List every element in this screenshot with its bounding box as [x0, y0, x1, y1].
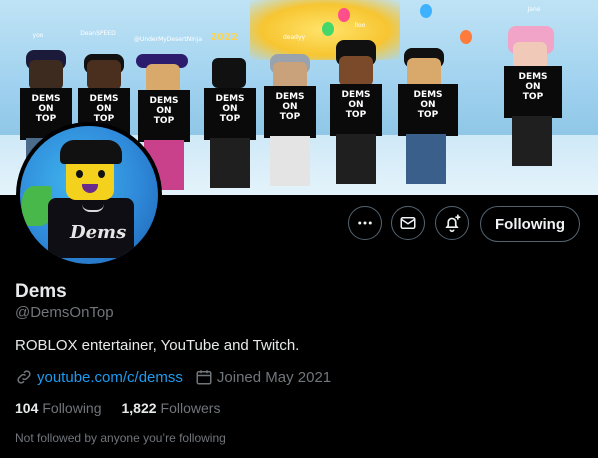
user-handle: @DemsOnTop: [15, 304, 114, 321]
following-label: Following: [42, 400, 102, 416]
following-button[interactable]: Following: [480, 206, 580, 242]
website-link-wrap[interactable]: youtube.com/c/demss: [15, 368, 183, 386]
website-link[interactable]: youtube.com/c/demss: [37, 369, 183, 386]
link-icon: [17, 370, 31, 384]
profile-avatar[interactable]: Dems: [16, 122, 162, 268]
following-count: 104: [15, 400, 39, 416]
profile-bio: ROBLOX entertainer, YouTube and Twitch.: [15, 337, 300, 354]
profile-meta: youtube.com/c/demss Joined May 2021: [15, 368, 331, 386]
followers-stat[interactable]: 1,822 Followers: [122, 400, 221, 416]
follow-stats: 104 Following 1,822 Followers: [15, 400, 220, 416]
more-horizontal-icon: [358, 221, 372, 225]
avatar-cap: [60, 140, 122, 164]
calendar-icon: [196, 370, 212, 385]
avatar-eye: [98, 170, 105, 178]
character-tag: DeanSPEED: [80, 30, 116, 37]
joined-date-wrap: Joined May 2021: [195, 368, 331, 386]
shirt-text: ON: [38, 104, 54, 114]
mutuals-note: Not followed by anyone you’re following: [15, 431, 226, 445]
followers-count: 1,822: [121, 400, 157, 416]
bell-plus-icon: [445, 214, 461, 233]
following-stat[interactable]: 104 Following: [15, 400, 102, 416]
balloon: [338, 8, 350, 22]
joined-date: Joined May 2021: [216, 368, 332, 386]
envelope-icon: [400, 217, 416, 229]
more-button[interactable]: [348, 206, 382, 240]
avatar-eye: [76, 170, 83, 178]
balloon: [420, 4, 432, 18]
followers-label: Followers: [160, 400, 221, 416]
shirt-text: DEMS: [31, 94, 61, 104]
character-tag: lloo: [354, 22, 366, 29]
balloon: [460, 30, 472, 44]
message-button[interactable]: [391, 206, 425, 240]
character-tag: 2022: [210, 32, 238, 43]
notify-button[interactable]: [435, 206, 469, 240]
display-name: Dems: [15, 281, 67, 302]
character-tag: deadyy: [282, 34, 306, 41]
avatar-shirt-logo: Dems: [70, 222, 127, 243]
character-tag: Jane: [527, 6, 541, 13]
shirt-text: TOP: [35, 114, 57, 124]
